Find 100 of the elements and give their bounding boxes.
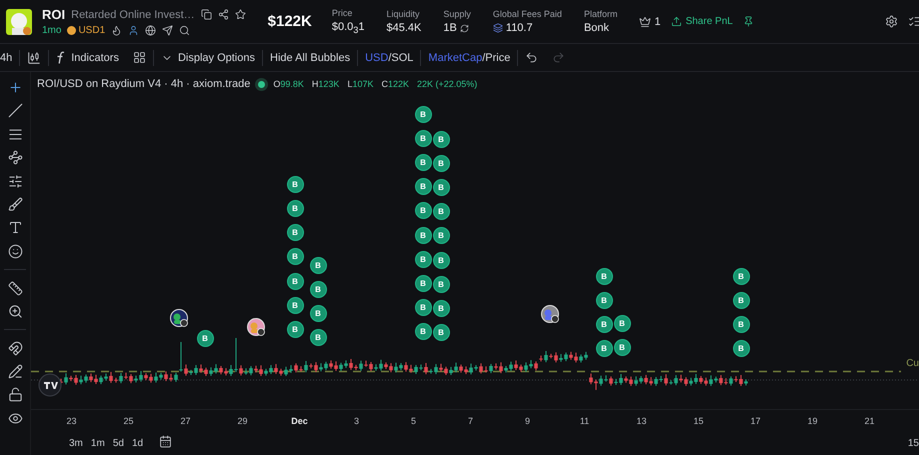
buy-bubble[interactable]: B (414, 178, 432, 194)
eye-icon[interactable] (8, 410, 22, 426)
buy-bubble[interactable]: B (614, 314, 630, 332)
crown-icon (639, 16, 652, 28)
buy-bubble[interactable]: B (732, 340, 750, 356)
metric-option[interactable]: Price (485, 52, 510, 64)
buy-bubble[interactable]: B (310, 328, 326, 346)
buy-bubble[interactable]: B (614, 338, 630, 356)
sliders-icon[interactable] (8, 174, 22, 189)
buy-bubble[interactable]: B (432, 324, 450, 340)
undo-icon (525, 51, 538, 64)
flame-icon[interactable] (111, 25, 122, 36)
buy-bubble[interactable]: B (732, 268, 750, 284)
buy-bubble[interactable]: B (596, 292, 612, 308)
display-options-button[interactable]: Display Options (154, 46, 262, 68)
metric-option[interactable]: MarketCap (428, 52, 482, 64)
star-icon[interactable] (234, 9, 246, 20)
send-icon[interactable] (162, 25, 174, 36)
axis-corner-label: 15 (908, 438, 919, 450)
buy-bubble[interactable]: B (310, 280, 326, 298)
zoom-in-icon[interactable] (8, 304, 22, 319)
range-button[interactable]: 5d (112, 438, 124, 450)
ohlc-value: C122K (381, 79, 410, 89)
buy-bubble[interactable]: B (414, 298, 432, 316)
currency-option[interactable]: USD (365, 52, 388, 64)
separator-slash: / (388, 52, 392, 64)
chart-legend-title: ROI/USD on Raydium V4 · 4h · axiom.trade (37, 78, 250, 90)
buy-bubble[interactable]: B (732, 316, 750, 332)
buy-bubble[interactable]: B (596, 340, 612, 356)
share-icon[interactable] (218, 9, 229, 20)
token-age: 1mo (42, 25, 62, 36)
buy-bubble[interactable]: B (432, 226, 450, 244)
lines-icon[interactable] (8, 126, 22, 142)
time-axis-label: Dec (290, 416, 309, 426)
time-axis-label: 19 (806, 416, 818, 426)
copy-icon[interactable] (200, 9, 212, 20)
buy-bubble[interactable]: B (432, 276, 450, 292)
buy-bubble[interactable]: B (432, 202, 450, 220)
buy-bubble[interactable]: B (310, 256, 326, 274)
globe-icon[interactable] (145, 25, 156, 36)
buy-bubble[interactable]: B (286, 200, 304, 216)
coin-icon (67, 26, 76, 35)
pencil-icon[interactable] (8, 364, 22, 380)
buy-bubble[interactable]: B (286, 224, 304, 240)
crosshair-icon[interactable] (8, 80, 22, 95)
buy-bubble[interactable]: B (596, 316, 612, 332)
list-icon[interactable] (908, 15, 919, 28)
buy-bubble[interactable]: B (196, 330, 214, 346)
pattern-icon[interactable] (8, 150, 22, 166)
search-icon[interactable] (179, 25, 190, 36)
settings-icon[interactable] (885, 15, 898, 28)
text-icon[interactable] (8, 220, 22, 236)
buy-bubble[interactable]: B (286, 176, 304, 192)
buy-bubble[interactable]: B (286, 272, 304, 290)
buy-bubble[interactable]: B (414, 274, 432, 292)
line-icon[interactable] (8, 103, 22, 118)
share-pnl-button[interactable]: Share PnL (670, 16, 733, 27)
buy-bubble[interactable]: B (432, 252, 450, 268)
time-axis-label: 29 (236, 416, 248, 426)
buy-bubble[interactable]: B (414, 322, 432, 340)
person-icon[interactable] (128, 25, 140, 36)
range-button[interactable]: 1m (90, 438, 105, 450)
interval-button[interactable]: 4h (0, 46, 20, 68)
buy-bubble[interactable]: B (596, 268, 612, 284)
time-axis-label: 15 (692, 416, 704, 426)
time-axis-label: 25 (122, 416, 134, 426)
lock-icon[interactable] (8, 387, 22, 402)
buy-bubble[interactable]: B (286, 296, 304, 314)
stat-value: 1B (443, 22, 457, 34)
indicators-button[interactable]: Indicators (49, 46, 126, 68)
pin-icon[interactable] (742, 16, 754, 27)
buy-bubble[interactable]: B (310, 304, 326, 322)
stat-value: 110.7 (506, 22, 533, 34)
buy-bubble[interactable]: B (414, 106, 432, 122)
smiley-icon[interactable] (8, 244, 22, 259)
stat-label: Platform (584, 9, 618, 19)
buy-bubble[interactable]: B (432, 130, 450, 148)
stat-label: Supply (443, 9, 471, 19)
buy-bubble[interactable]: B (414, 250, 432, 268)
buy-bubble[interactable]: B (414, 202, 432, 218)
function-icon (56, 50, 66, 64)
buy-bubble[interactable]: B (432, 178, 450, 196)
buy-bubble[interactable]: B (414, 226, 432, 244)
buy-bubble[interactable]: B (286, 320, 304, 338)
calendar-icon[interactable] (159, 434, 172, 448)
grid-icon (132, 51, 146, 64)
hide-bubbles-button[interactable]: Hide All Bubbles (263, 46, 358, 68)
brush-icon[interactable] (8, 196, 22, 212)
buy-bubble[interactable]: B (432, 300, 450, 316)
ruler-icon[interactable] (8, 280, 22, 296)
redo-icon (552, 51, 566, 64)
buy-bubble[interactable]: B (414, 154, 432, 170)
currency-option[interactable]: SOL (391, 52, 414, 64)
range-button[interactable]: 3m (69, 438, 83, 450)
magnet-icon[interactable] (8, 340, 22, 356)
buy-bubble[interactable]: B (286, 248, 304, 264)
buy-bubble[interactable]: B (732, 292, 750, 308)
range-button[interactable]: 1d (132, 438, 144, 450)
buy-bubble[interactable]: B (414, 130, 432, 146)
buy-bubble[interactable]: B (432, 154, 450, 172)
